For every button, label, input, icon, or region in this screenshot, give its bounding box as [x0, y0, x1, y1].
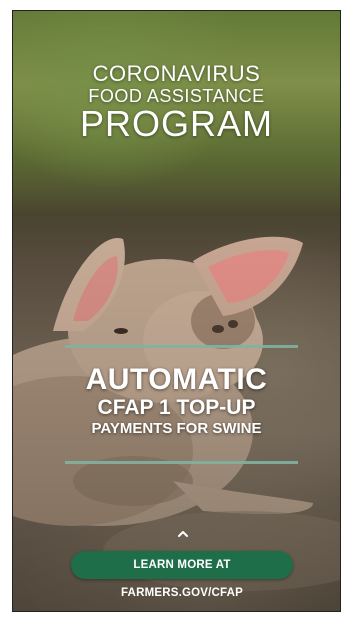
headline-line-1: AUTOMATIC [85, 363, 268, 396]
title-line-1: CORONAVIRUS [92, 61, 261, 86]
chevron-up-icon[interactable] [177, 528, 189, 540]
program-title: CORONAVIRUS FOOD ASSISTANCE PROGRAM [12, 62, 341, 142]
headline-line-3: PAYMENTS FOR SWINE [91, 420, 262, 437]
divider-top [65, 345, 298, 348]
learn-more-button[interactable]: LEARN MORE AT FARMERS.GOV/CFAP [71, 551, 293, 599]
divider-bottom [65, 461, 298, 464]
payment-headline: AUTOMATIC CFAP 1 TOP-UP PAYMENTS FOR SWI… [12, 365, 341, 438]
title-line-3: PROGRAM [79, 103, 273, 144]
headline-line-2: CFAP 1 TOP-UP [97, 396, 256, 419]
